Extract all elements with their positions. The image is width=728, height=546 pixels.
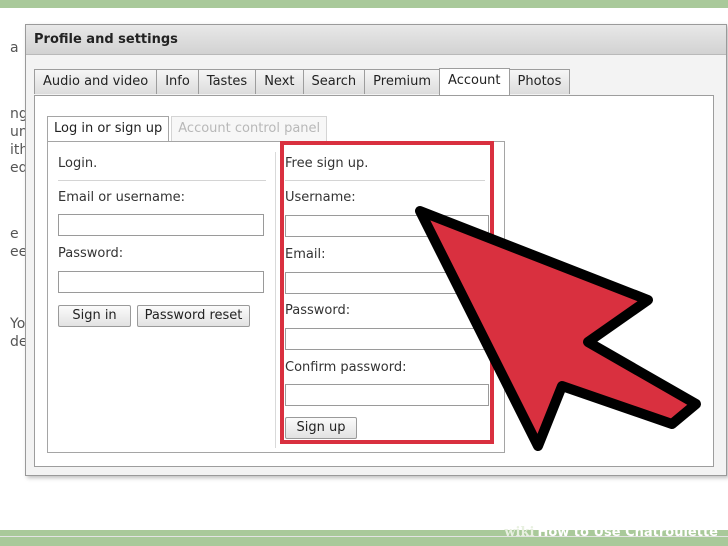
tab-search[interactable]: Search xyxy=(302,69,366,94)
email-input[interactable] xyxy=(285,272,489,294)
top-tab-bar: Audio and video Info Tastes Next Search … xyxy=(34,68,571,95)
confirm-password-label: Confirm password: xyxy=(285,360,407,375)
watermark-text: How to Use Chatroulette xyxy=(537,525,718,540)
email-or-username-input[interactable] xyxy=(58,214,264,236)
bg-fragment: e xyxy=(10,226,19,242)
password-reset-button[interactable]: Password reset xyxy=(137,305,250,327)
password-label: Password: xyxy=(58,246,124,261)
login-divider xyxy=(58,180,266,181)
signup-heading: Free sign up. xyxy=(285,156,369,171)
confirm-password-input[interactable] xyxy=(285,384,489,406)
tab-photos[interactable]: Photos xyxy=(508,69,571,94)
signup-divider xyxy=(285,180,485,181)
tab-next[interactable]: Next xyxy=(255,69,304,94)
login-signup-panel: Login. Email or username: Password: Sign… xyxy=(47,141,505,453)
password-input[interactable] xyxy=(58,271,264,293)
subtab-account-control-panel[interactable]: Account control panel xyxy=(171,116,328,141)
email-or-username-label: Email or username: xyxy=(58,190,186,205)
signup-password-label: Password: xyxy=(285,303,351,318)
column-divider xyxy=(275,152,276,448)
email-label: Email: xyxy=(285,247,326,262)
tab-account[interactable]: Account xyxy=(439,68,510,95)
bg-fragment: a xyxy=(10,40,19,56)
sign-up-button[interactable]: Sign up xyxy=(285,417,357,439)
tab-audio-and-video[interactable]: Audio and video xyxy=(34,69,158,94)
username-input[interactable] xyxy=(285,215,489,237)
dialog-title: Profile and settings xyxy=(26,25,726,55)
sign-in-button[interactable]: Sign in xyxy=(58,305,131,327)
wikihow-watermark: wiki How to Use Chatroulette xyxy=(504,524,718,542)
watermark-brand: wiki xyxy=(504,525,535,540)
signup-password-input[interactable] xyxy=(285,328,489,350)
login-heading: Login. xyxy=(58,156,98,171)
screenshot-frame: a ng un ith ed e ee Yo de Profile and se… xyxy=(0,8,728,537)
subtab-log-in-or-sign-up[interactable]: Log in or sign up xyxy=(47,116,170,141)
account-tab-panel: Log in or sign up Account control panel … xyxy=(34,95,714,467)
tab-tastes[interactable]: Tastes xyxy=(197,69,257,94)
tab-info[interactable]: Info xyxy=(156,69,199,94)
profile-settings-dialog: Profile and settings Audio and video Inf… xyxy=(25,24,727,476)
username-label: Username: xyxy=(285,190,356,205)
sub-tab-bar: Log in or sign up Account control panel xyxy=(47,116,329,141)
bg-fragment: Yo xyxy=(10,316,26,332)
tab-premium[interactable]: Premium xyxy=(364,69,441,94)
